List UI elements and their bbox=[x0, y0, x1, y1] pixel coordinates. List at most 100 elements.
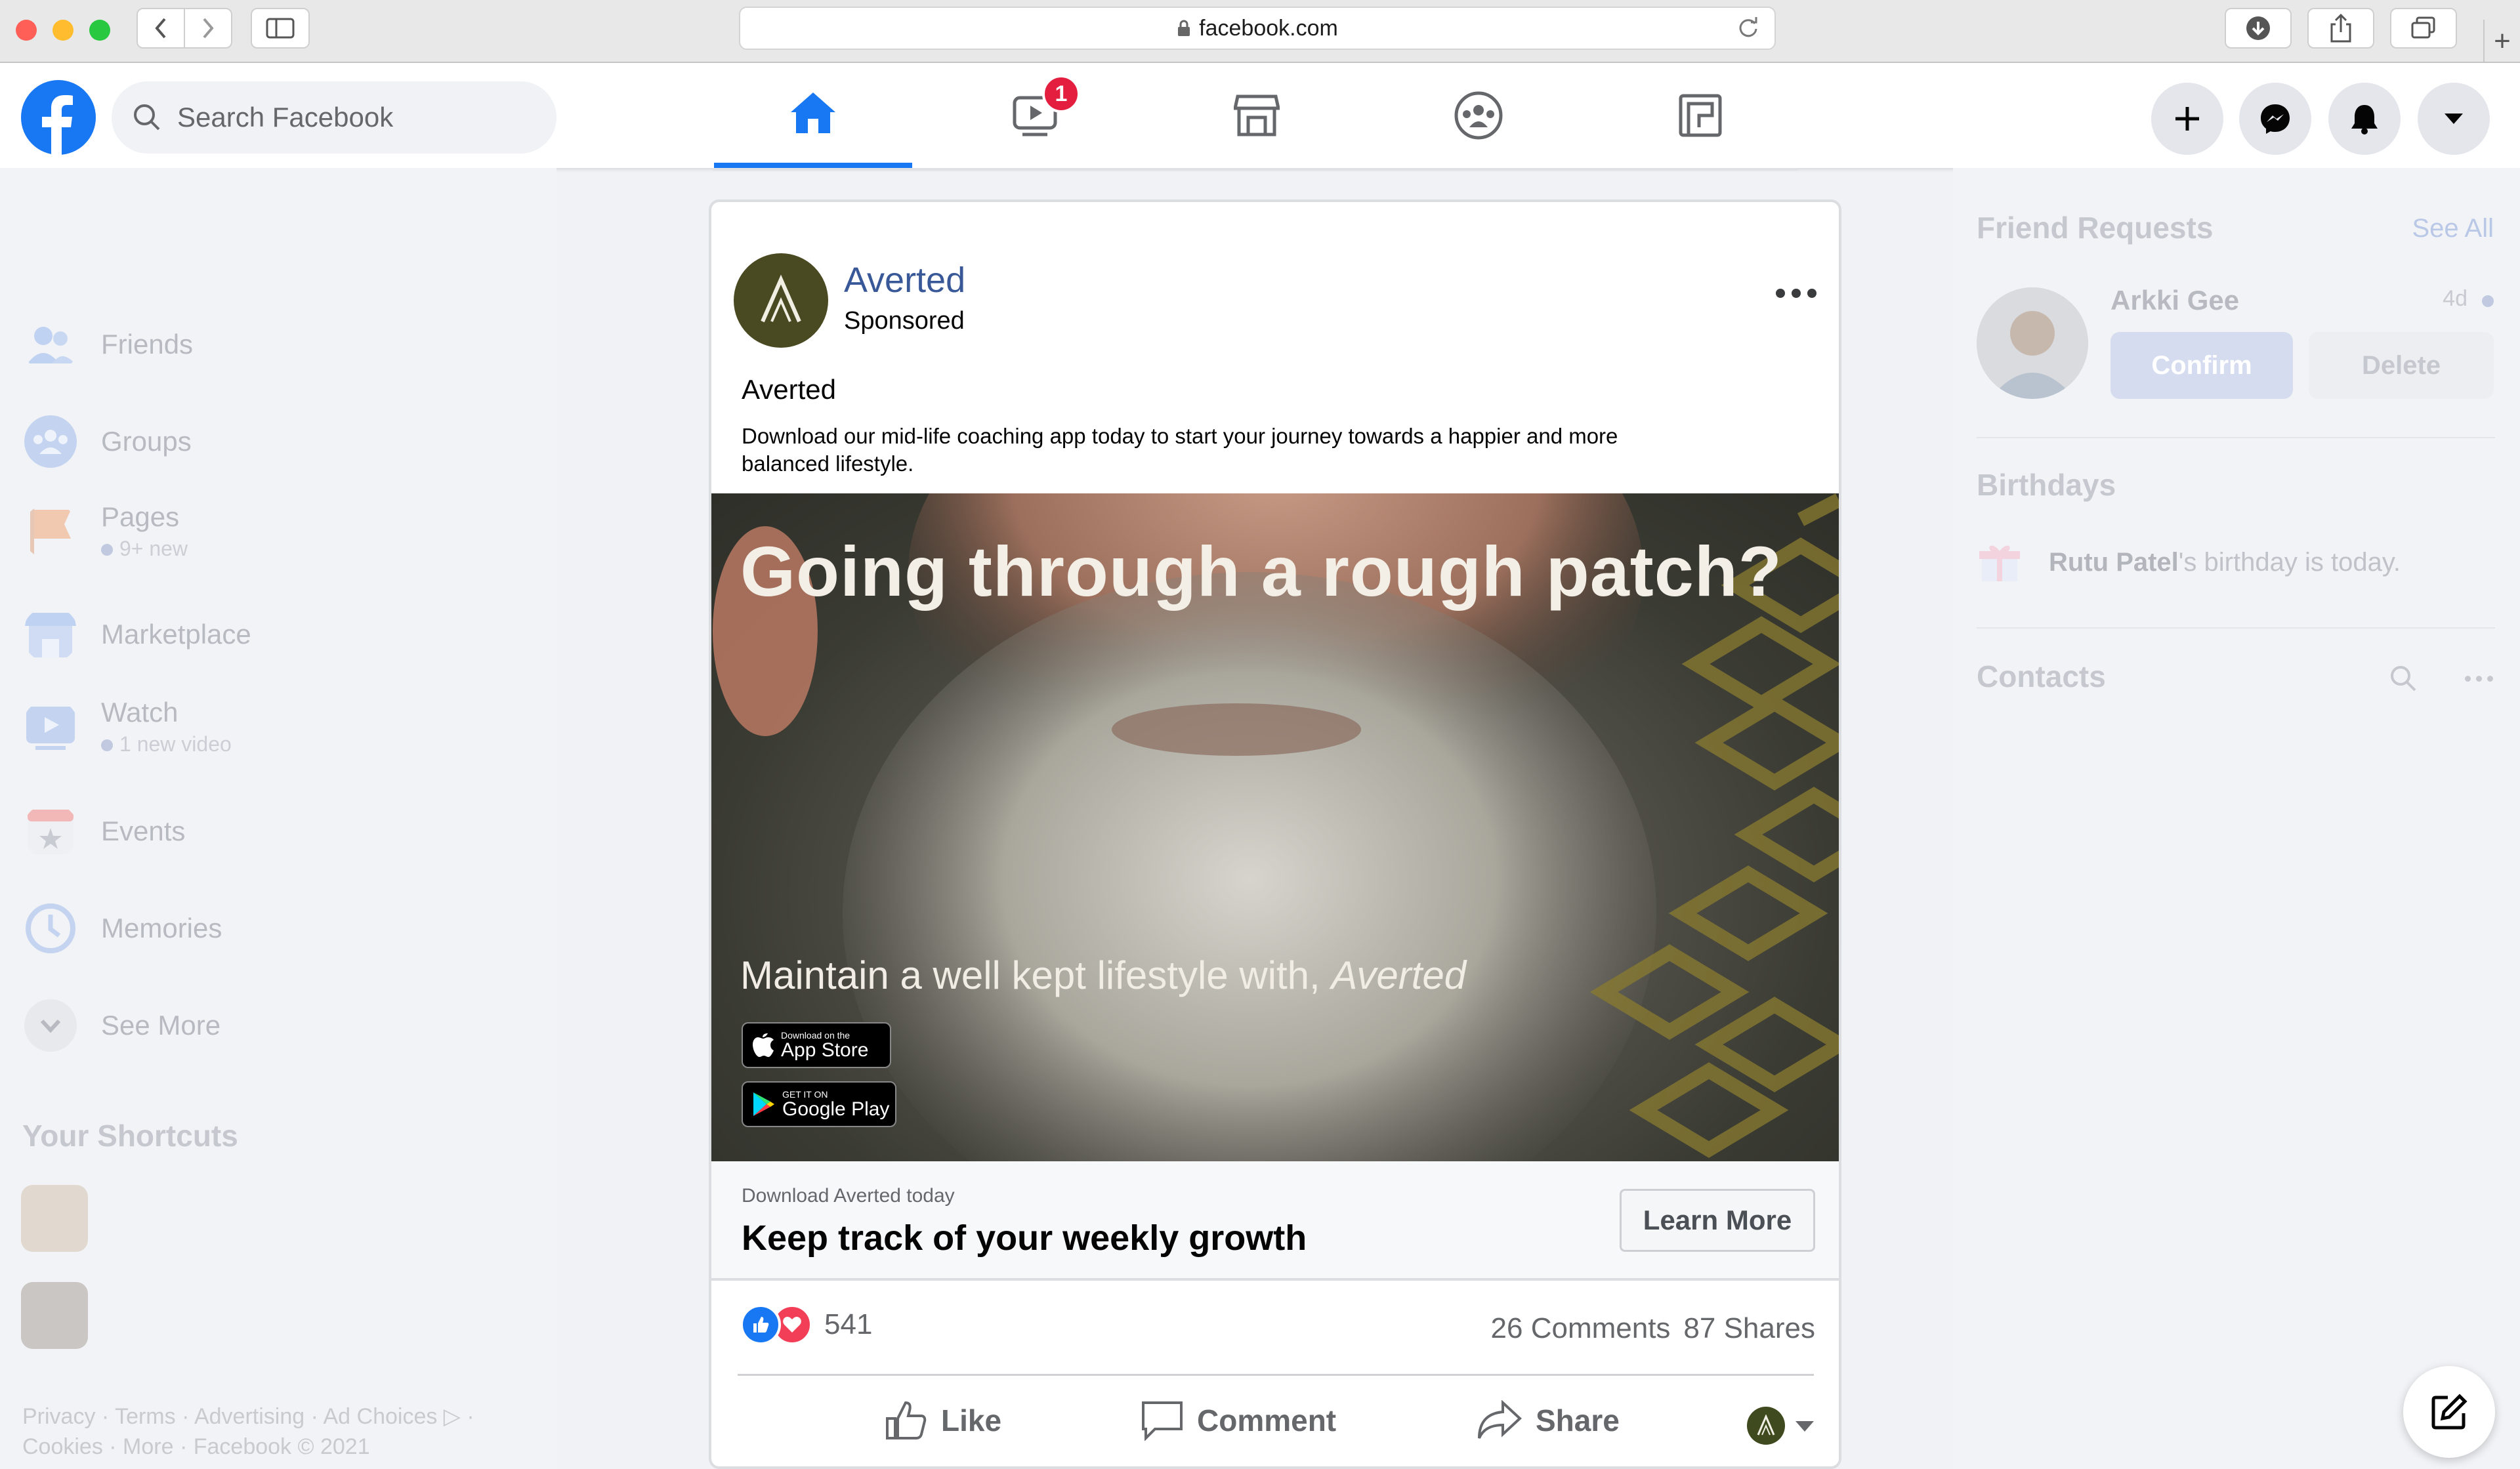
download-icon bbox=[2246, 16, 2270, 40]
compose-icon bbox=[2431, 1394, 2468, 1430]
google-play-badge[interactable]: GET IT ON Google Play bbox=[742, 1081, 896, 1127]
sidebar-item-friends[interactable]: Friends bbox=[22, 316, 193, 373]
post-options-button[interactable] bbox=[1776, 289, 1816, 298]
facebook-logo[interactable] bbox=[21, 80, 96, 155]
thumbs-up-icon bbox=[886, 1401, 927, 1439]
tab-home[interactable] bbox=[714, 63, 912, 168]
comments-count[interactable]: 26 Comments bbox=[1491, 1312, 1671, 1344]
marketplace-icon bbox=[1234, 94, 1280, 136]
see-all-link[interactable]: See All bbox=[2412, 214, 2494, 243]
reaction-count: 541 bbox=[824, 1308, 873, 1340]
create-button[interactable] bbox=[2151, 83, 2223, 155]
divider bbox=[1977, 627, 2495, 629]
share-arrow-icon bbox=[1478, 1400, 1522, 1439]
divider bbox=[1977, 437, 2495, 438]
app-store-badge[interactable]: Download on the App Store bbox=[742, 1022, 891, 1068]
facebook-header: Search Facebook 1 bbox=[0, 63, 2520, 168]
averted-logo-icon bbox=[761, 274, 801, 323]
sidebar-item-groups[interactable]: Groups bbox=[22, 413, 192, 470]
sponsored-label[interactable]: Sponsored bbox=[844, 307, 965, 335]
search-icon bbox=[134, 104, 160, 131]
sidebar-item-events[interactable]: Events bbox=[22, 803, 185, 859]
groups-icon bbox=[1454, 91, 1503, 140]
friend-requests-title: Friend Requests bbox=[1977, 211, 2214, 245]
share-button[interactable]: Share bbox=[1477, 1400, 1620, 1441]
clock-history-icon bbox=[26, 903, 75, 953]
stories-divider bbox=[713, 168, 1798, 171]
contacts-search-button[interactable] bbox=[2389, 664, 2418, 696]
forward-button[interactable] bbox=[185, 9, 231, 47]
sidebar-item-marketplace[interactable]: Marketplace bbox=[22, 606, 251, 663]
search-input[interactable]: Search Facebook bbox=[112, 81, 556, 154]
share-label: Share bbox=[1536, 1403, 1620, 1438]
sidebar-item-label: Friends bbox=[101, 329, 194, 360]
friend-request-time: 4d bbox=[2443, 286, 2468, 311]
avatar[interactable] bbox=[1977, 287, 2088, 399]
birthday-notice[interactable]: Rutu Patel's birthday is today. bbox=[1977, 539, 2401, 585]
sidebar-item-pages[interactable]: Pages 9+ new bbox=[22, 501, 188, 561]
downloads-button[interactable] bbox=[2225, 8, 2292, 49]
caret-down-icon[interactable] bbox=[1796, 1421, 1814, 1432]
browser-toolbar: facebook.com + bbox=[0, 0, 2520, 63]
apple-icon bbox=[753, 1033, 774, 1057]
birthdays-title: Birthdays bbox=[1977, 468, 2116, 502]
search-placeholder: Search Facebook bbox=[177, 102, 394, 133]
like-label: Like bbox=[941, 1403, 1002, 1438]
calendar-icon bbox=[28, 810, 74, 854]
comment-icon bbox=[1142, 1401, 1183, 1441]
search-icon bbox=[2391, 666, 2416, 692]
sponsored-post: Averted Sponsored Averted Download our m… bbox=[709, 199, 1841, 1469]
sidebar-item-label: Memories bbox=[101, 913, 222, 943]
minimize-window-button[interactable] bbox=[52, 20, 74, 41]
averted-logo-avatar[interactable] bbox=[734, 253, 828, 348]
birthday-name: Rutu Patel bbox=[2049, 547, 2179, 577]
post-as-avatar[interactable] bbox=[1747, 1407, 1785, 1445]
reload-button[interactable] bbox=[1736, 16, 1760, 45]
facebook-f-icon bbox=[42, 95, 73, 155]
sidebar-item-label: See More bbox=[101, 1010, 221, 1041]
account-menu-button[interactable] bbox=[2418, 83, 2490, 155]
close-window-button[interactable] bbox=[16, 20, 37, 41]
sidebar-item-watch[interactable]: Watch 1 new video bbox=[22, 697, 232, 756]
share-page-button[interactable] bbox=[2307, 8, 2374, 49]
confirm-button[interactable]: Confirm bbox=[2110, 332, 2293, 399]
tab-gaming[interactable] bbox=[1601, 63, 1799, 168]
sidebar-toggle-button[interactable] bbox=[251, 8, 310, 49]
fullscreen-window-button[interactable] bbox=[89, 20, 110, 41]
footer-links[interactable]: Privacy · Terms · Advertising · Ad Choic… bbox=[22, 1401, 541, 1462]
gaming-icon bbox=[1679, 94, 1722, 137]
notifications-button[interactable] bbox=[2328, 83, 2401, 155]
messenger-button[interactable] bbox=[2239, 83, 2311, 155]
address-bar[interactable]: facebook.com bbox=[739, 7, 1776, 50]
delete-button[interactable]: Delete bbox=[2309, 332, 2494, 399]
tab-groups[interactable] bbox=[1379, 63, 1578, 168]
new-tab-button[interactable]: + bbox=[2483, 20, 2520, 63]
chevron-left-icon bbox=[155, 18, 166, 39]
like-button[interactable]: Like bbox=[885, 1400, 1001, 1441]
back-button[interactable] bbox=[138, 9, 185, 47]
ad-headline: Going through a rough patch? bbox=[740, 531, 1782, 611]
contacts-options-button[interactable] bbox=[2465, 676, 2493, 682]
lock-icon bbox=[1178, 20, 1190, 36]
new-message-button[interactable] bbox=[2403, 1366, 2495, 1458]
call-to-action-bar[interactable]: Download Averted today Keep track of you… bbox=[711, 1161, 1839, 1281]
watch-notification-badge: 1 bbox=[1042, 75, 1080, 113]
friend-request-name[interactable]: Arkki Gee bbox=[2110, 285, 2239, 316]
reactions-summary[interactable]: 541 bbox=[740, 1304, 872, 1345]
averted-logo-icon bbox=[1757, 1415, 1775, 1436]
see-more-button[interactable]: See More bbox=[22, 997, 220, 1054]
learn-more-button[interactable]: Learn More bbox=[1620, 1189, 1815, 1252]
sidebar-item-memories[interactable]: Memories bbox=[22, 900, 222, 957]
google-play-big: Google Play bbox=[782, 1098, 890, 1120]
shares-count[interactable]: 87 Shares bbox=[1683, 1312, 1815, 1344]
share-icon bbox=[2330, 14, 2351, 43]
tabs-overview-button[interactable] bbox=[2390, 8, 2457, 49]
shortcut-avatar[interactable] bbox=[21, 1282, 88, 1349]
shortcut-avatar[interactable] bbox=[21, 1185, 88, 1252]
tab-marketplace[interactable] bbox=[1158, 63, 1356, 168]
ad-image[interactable]: Going through a rough patch? Maintain a … bbox=[711, 493, 1839, 1161]
tab-watch[interactable]: 1 bbox=[936, 63, 1134, 168]
engagement-counts: 26 Comments 87 Shares bbox=[1478, 1312, 1815, 1345]
post-page-name[interactable]: Averted bbox=[844, 260, 965, 300]
comment-button[interactable]: Comment bbox=[1141, 1400, 1336, 1441]
